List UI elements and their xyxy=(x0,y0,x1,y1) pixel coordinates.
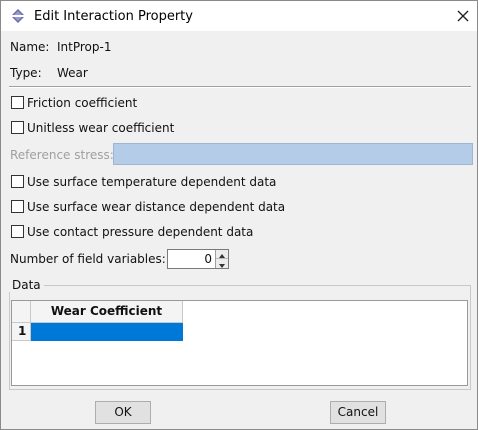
unitless-wear-coefficient-label[interactable]: Unitless wear coefficient xyxy=(27,121,174,135)
close-icon[interactable] xyxy=(451,4,475,28)
table-cell-selected[interactable] xyxy=(31,323,183,341)
unitless-wear-coefficient-checkbox[interactable] xyxy=(11,121,24,134)
reference-stress-input xyxy=(113,143,473,165)
field-variables-label: Number of field variables: xyxy=(10,252,166,266)
reference-stress-label: Reference stress: xyxy=(10,148,114,162)
surface-temperature-label[interactable]: Use surface temperature dependent data xyxy=(27,175,276,189)
type-label: Type: xyxy=(10,66,42,80)
field-variables-spinner[interactable]: 0 xyxy=(167,249,229,269)
surface-wear-distance-checkbox[interactable] xyxy=(11,200,24,213)
abaqus-app-icon xyxy=(10,8,26,24)
contact-pressure-checkbox[interactable] xyxy=(11,225,24,238)
dialog-title: Edit Interaction Property xyxy=(34,9,193,24)
edit-interaction-property-dialog: Edit Interaction Property Name: IntProp-… xyxy=(0,0,478,430)
title-bar[interactable]: Edit Interaction Property xyxy=(1,1,477,31)
spinner-buttons xyxy=(215,250,228,268)
type-value: Wear xyxy=(57,66,88,80)
ok-button[interactable]: OK xyxy=(95,401,151,424)
contact-pressure-label[interactable]: Use contact pressure dependent data xyxy=(27,225,253,239)
friction-coefficient-label[interactable]: Friction coefficient xyxy=(27,96,137,110)
spinner-down-arrow-icon[interactable] xyxy=(216,259,228,268)
row-header[interactable]: 1 xyxy=(12,323,31,341)
field-variables-value[interactable]: 0 xyxy=(204,252,212,266)
data-group-title: Data xyxy=(9,278,44,292)
column-header-wear-coefficient[interactable]: Wear Coefficient xyxy=(31,301,183,323)
separator xyxy=(9,86,471,88)
surface-temperature-checkbox[interactable] xyxy=(11,175,24,188)
table-corner xyxy=(12,301,31,323)
name-label: Name: xyxy=(10,40,50,54)
surface-wear-distance-label[interactable]: Use surface wear distance dependent data xyxy=(27,200,285,214)
friction-coefficient-checkbox[interactable] xyxy=(11,96,24,109)
name-value: IntProp-1 xyxy=(57,40,112,54)
cancel-button[interactable]: Cancel xyxy=(330,401,386,424)
data-table[interactable]: Wear Coefficient 1 xyxy=(11,300,468,386)
spinner-up-arrow-icon[interactable] xyxy=(216,250,228,259)
